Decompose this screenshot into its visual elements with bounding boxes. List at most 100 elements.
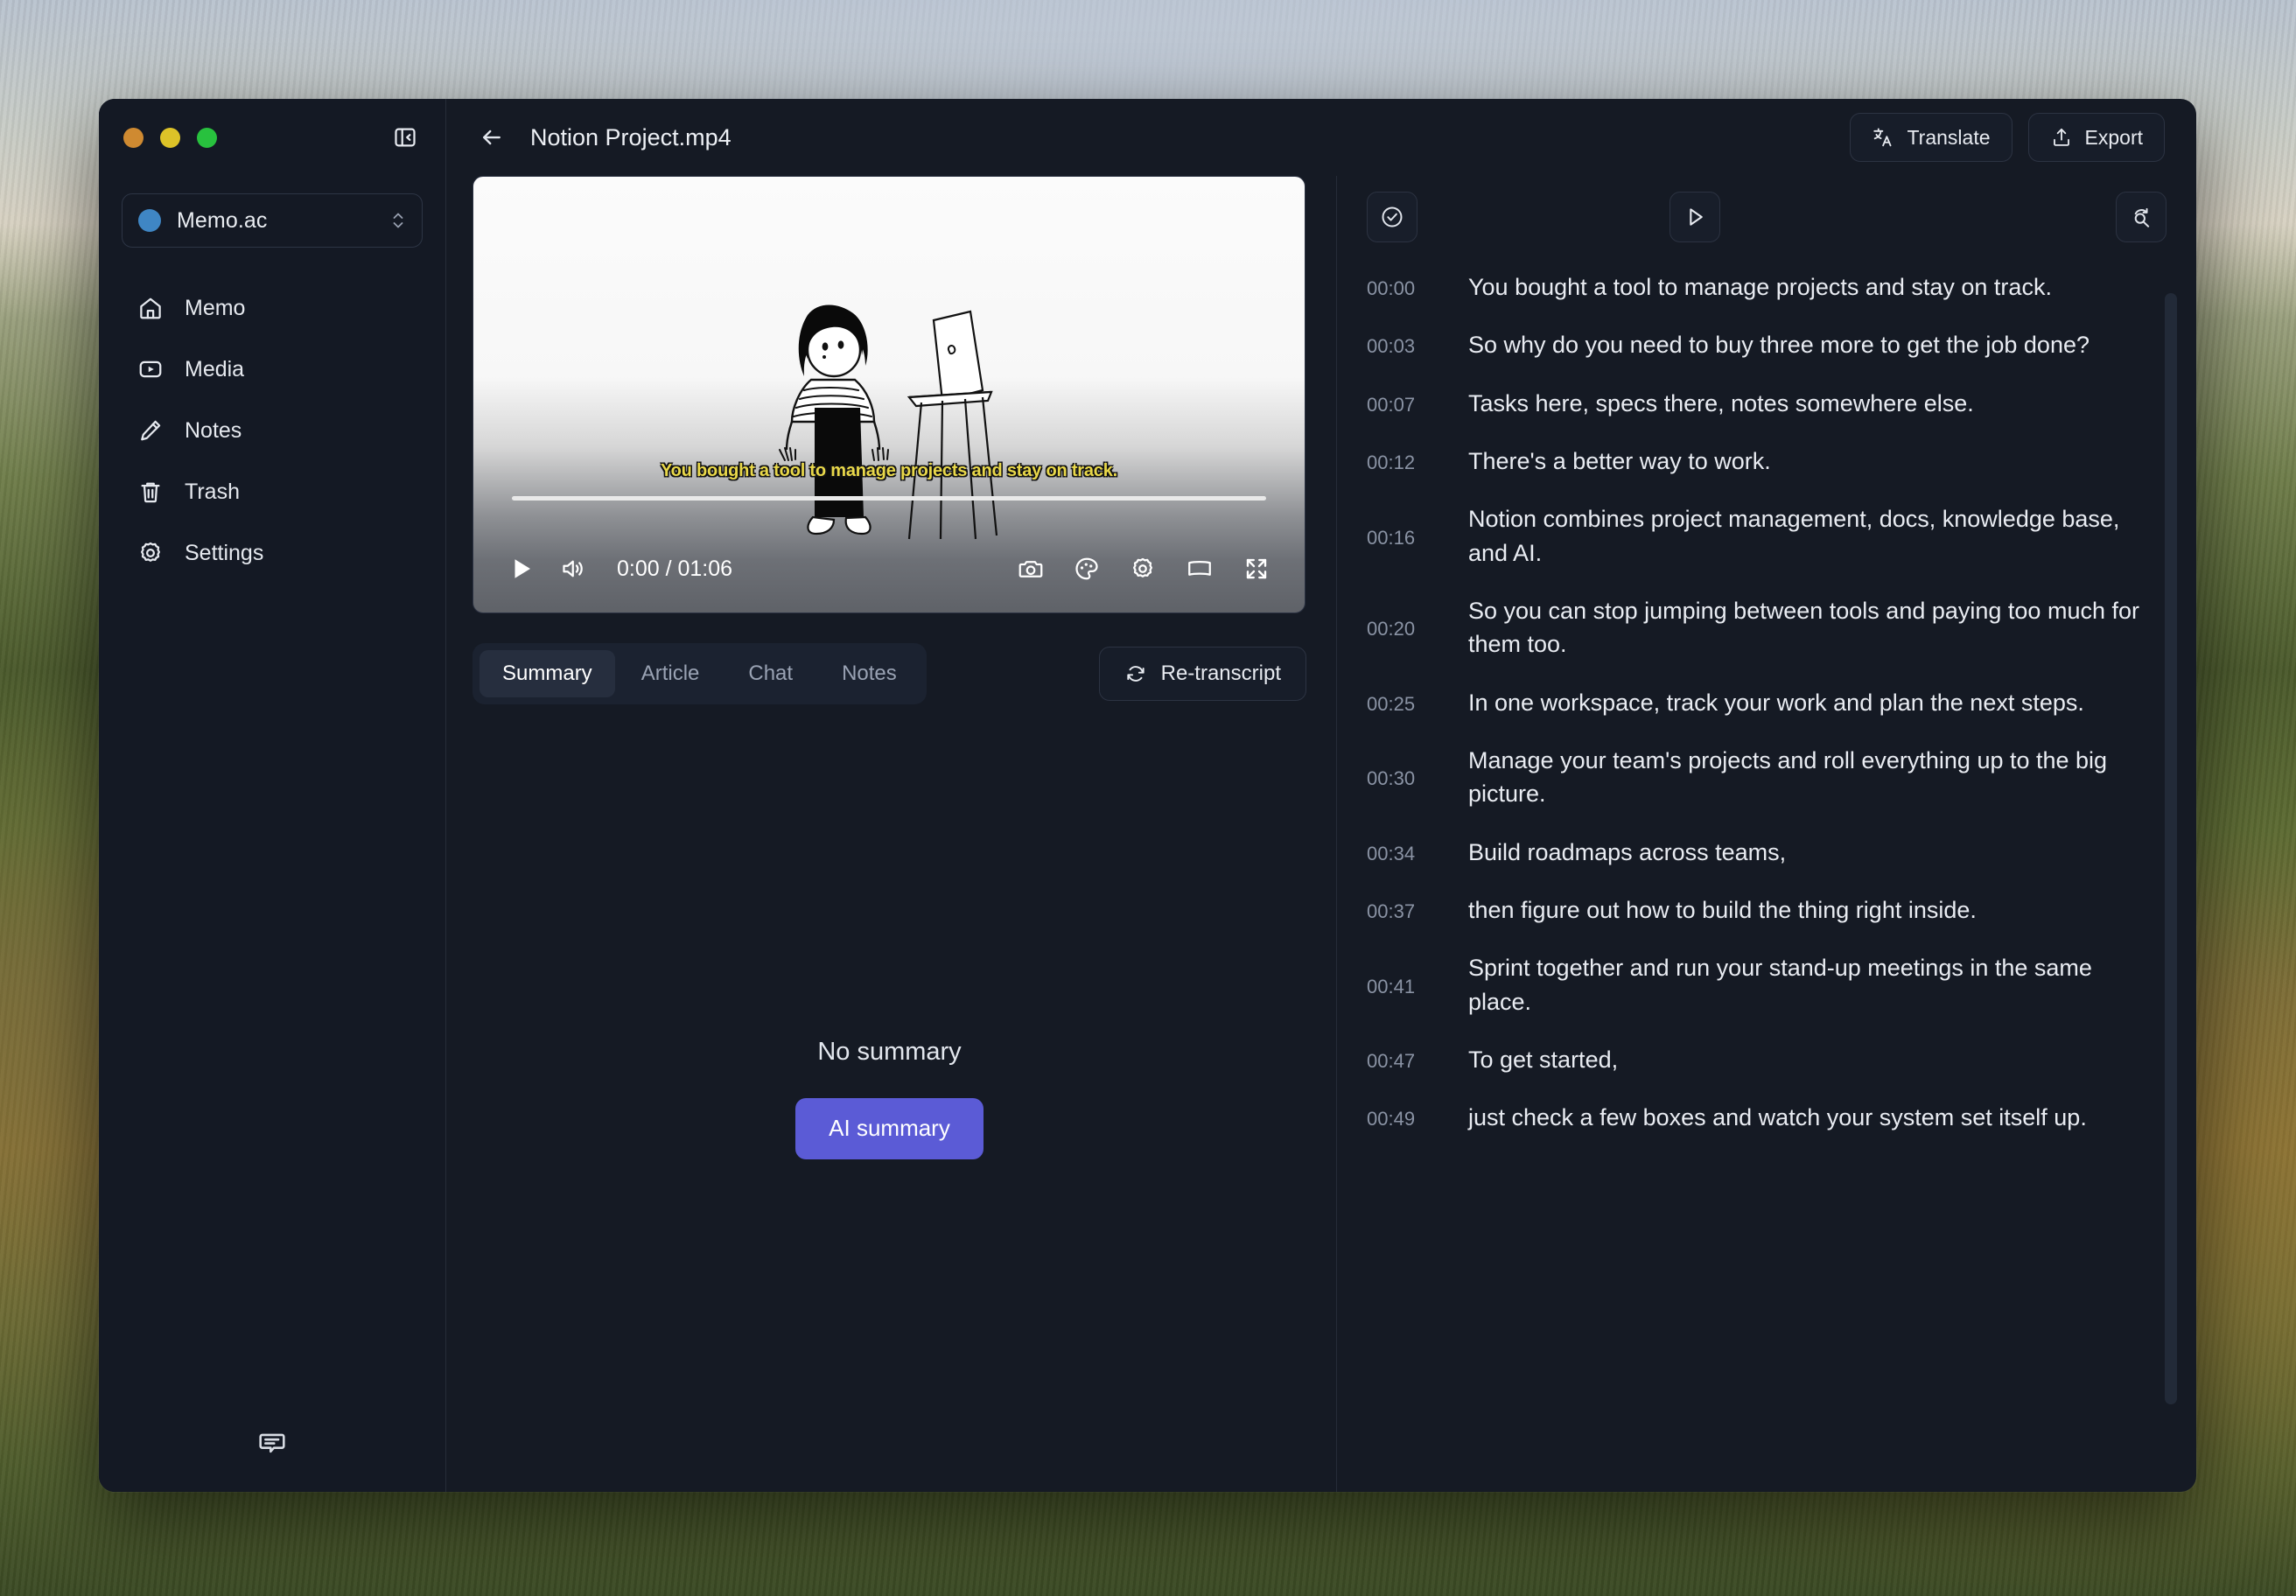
- main-area: Notion Project.mp4 Translate: [446, 99, 2196, 1492]
- transcript-line[interactable]: 00:34 Build roadmaps across teams,: [1367, 823, 2144, 881]
- video-caption: You bought a tool to manage projects and…: [473, 461, 1305, 481]
- play-icon[interactable]: [508, 555, 535, 583]
- transcript-line[interactable]: 00:07 Tasks here, specs there, notes som…: [1367, 374, 2144, 432]
- transcript-list[interactable]: 00:00 You bought a tool to manage projec…: [1337, 258, 2196, 1492]
- transcript-text: You bought a tool to manage projects and…: [1468, 270, 2052, 304]
- speaker-icon[interactable]: [559, 556, 585, 582]
- translate-icon: [1872, 126, 1894, 149]
- transcript-line[interactable]: 00:12 There's a better way to work.: [1367, 432, 2144, 490]
- check-circle-icon[interactable]: [1367, 192, 1418, 242]
- sidebar-item-settings[interactable]: Settings: [99, 522, 445, 584]
- transcript-timestamp[interactable]: 00:37: [1367, 897, 1468, 923]
- zoom-window-button[interactable]: [197, 128, 217, 148]
- workspace-name: Memo.ac: [177, 208, 268, 234]
- transcript-line[interactable]: 00:37 then figure out how to build the t…: [1367, 881, 2144, 939]
- transcript-timestamp[interactable]: 00:30: [1367, 764, 1468, 790]
- sidebar-item-label: Media: [185, 357, 244, 382]
- camera-icon[interactable]: [1018, 556, 1044, 582]
- content-row: You bought a tool to manage projects and…: [446, 176, 2196, 1492]
- sidebar-item-trash[interactable]: Trash: [99, 461, 445, 522]
- chat-bubble-icon[interactable]: [253, 1424, 291, 1462]
- search-refresh-icon[interactable]: [2116, 192, 2166, 242]
- video-time-display: 0:00 / 01:06: [617, 556, 732, 582]
- export-button[interactable]: Export: [2028, 113, 2165, 162]
- transcript-text: There's a better way to work.: [1468, 444, 1771, 478]
- workspace-switcher[interactable]: Memo.ac: [122, 193, 423, 248]
- upload-icon: [2050, 126, 2073, 149]
- no-summary-text: No summary: [817, 1038, 961, 1067]
- minimize-window-button[interactable]: [160, 128, 180, 148]
- gear-icon[interactable]: [1130, 556, 1156, 582]
- sidebar-item-memo[interactable]: Memo: [99, 277, 445, 339]
- export-button-label: Export: [2085, 126, 2143, 150]
- transcript-timestamp[interactable]: 00:20: [1367, 614, 1468, 640]
- tab-chat[interactable]: Chat: [725, 650, 816, 697]
- transcript-text: Build roadmaps across teams,: [1468, 836, 1786, 869]
- translate-button[interactable]: Translate: [1850, 113, 2012, 162]
- palette-icon[interactable]: [1074, 556, 1100, 582]
- transcript-text: So why do you need to buy three more to …: [1468, 328, 2090, 361]
- video-frame-illustration: [762, 285, 1025, 548]
- page-title: Notion Project.mp4: [530, 124, 732, 151]
- chevron-updown-icon: [390, 207, 406, 234]
- ai-summary-button[interactable]: AI summary: [795, 1098, 984, 1159]
- refresh-icon: [1124, 662, 1147, 685]
- re-transcript-button[interactable]: Re-transcript: [1099, 647, 1306, 701]
- transcript-text: Manage your team's projects and roll eve…: [1468, 744, 2144, 811]
- transcript-scrollbar[interactable]: [2165, 293, 2177, 1404]
- sidebar-nav: Memo Media Notes: [99, 277, 445, 584]
- transcript-timestamp[interactable]: 00:41: [1367, 972, 1468, 998]
- transcript-timestamp[interactable]: 00:16: [1367, 523, 1468, 550]
- video-player[interactable]: You bought a tool to manage projects and…: [472, 176, 1306, 613]
- panel-collapse-icon[interactable]: [389, 122, 421, 153]
- transcript-timestamp[interactable]: 00:34: [1367, 839, 1468, 865]
- transcript-timestamp[interactable]: 00:25: [1367, 690, 1468, 716]
- summary-empty-state: No summary AI summary: [472, 704, 1306, 1492]
- transcript-line[interactable]: 00:30 Manage your team's projects and ro…: [1367, 732, 2144, 823]
- transcript-timestamp[interactable]: 00:12: [1367, 448, 1468, 474]
- transcript-timestamp[interactable]: 00:07: [1367, 390, 1468, 416]
- transcript-line[interactable]: 00:16 Notion combines project management…: [1367, 490, 2144, 582]
- sidebar: Memo.ac Memo: [99, 99, 446, 1492]
- tab-article[interactable]: Article: [619, 650, 723, 697]
- play-square-icon: [137, 356, 167, 382]
- transcript-text: So you can stop jumping between tools an…: [1468, 594, 2144, 662]
- sidebar-item-label: Memo: [185, 296, 245, 321]
- sidebar-item-label: Trash: [185, 480, 240, 505]
- sidebar-item-notes[interactable]: Notes: [99, 400, 445, 461]
- transcript-text: just check a few boxes and watch your sy…: [1468, 1101, 2087, 1134]
- home-icon: [137, 295, 167, 321]
- trash-icon: [137, 479, 167, 505]
- sidebar-footer: [99, 1424, 445, 1492]
- transcript-line[interactable]: 00:25 In one workspace, track your work …: [1367, 674, 2144, 732]
- arrow-left-icon[interactable]: [472, 118, 511, 157]
- tab-summary[interactable]: Summary: [480, 650, 615, 697]
- video-controls-right: [1018, 556, 1270, 582]
- transcript-timestamp[interactable]: 00:03: [1367, 332, 1468, 358]
- transcript-line[interactable]: 00:00 You bought a tool to manage projec…: [1367, 258, 2144, 316]
- transcript-line[interactable]: 00:03 So why do you need to buy three mo…: [1367, 316, 2144, 374]
- transcript-line[interactable]: 00:47 To get started,: [1367, 1031, 2144, 1088]
- tab-notes[interactable]: Notes: [819, 650, 920, 697]
- top-actions: Translate Export: [1850, 113, 2165, 162]
- transcript-timestamp[interactable]: 00:00: [1367, 274, 1468, 300]
- sidebar-item-media[interactable]: Media: [99, 339, 445, 400]
- transcript-timestamp[interactable]: 00:47: [1367, 1046, 1468, 1073]
- transcript-text: then figure out how to build the thing r…: [1468, 893, 1977, 927]
- fullscreen-icon[interactable]: [1243, 556, 1270, 582]
- subtitle-icon[interactable]: [1186, 556, 1214, 582]
- video-progress-bar[interactable]: [512, 496, 1266, 500]
- play-outline-icon[interactable]: [1670, 192, 1720, 242]
- traffic-lights: [123, 128, 217, 148]
- transcript-line[interactable]: 00:49 just check a few boxes and watch y…: [1367, 1088, 2144, 1146]
- transcript-timestamp[interactable]: 00:49: [1367, 1104, 1468, 1130]
- pencil-icon: [137, 417, 167, 444]
- translate-button-label: Translate: [1907, 126, 1990, 150]
- transcript-pane: 00:00 You bought a tool to manage projec…: [1337, 176, 2196, 1492]
- close-window-button[interactable]: [123, 128, 144, 148]
- app-window: Memo.ac Memo: [99, 99, 2196, 1492]
- transcript-line[interactable]: 00:20 So you can stop jumping between to…: [1367, 582, 2144, 674]
- top-bar: Notion Project.mp4 Translate: [446, 99, 2196, 176]
- transcript-line[interactable]: 00:41 Sprint together and run your stand…: [1367, 939, 2144, 1031]
- tabs-row: Summary Article Chat Notes: [472, 643, 1306, 704]
